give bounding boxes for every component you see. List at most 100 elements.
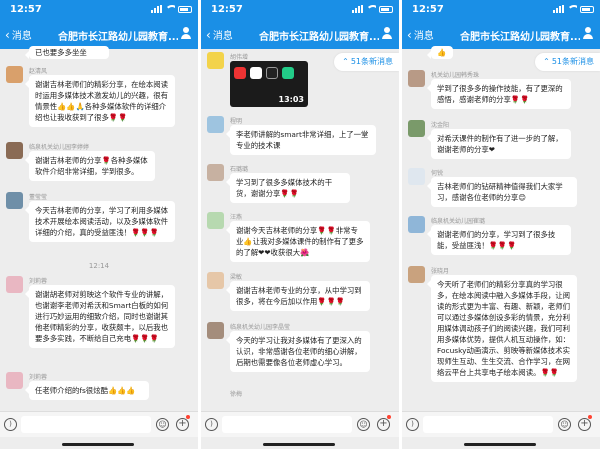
wifi-icon xyxy=(567,5,577,13)
new-messages-label: 51条新消息 xyxy=(350,57,393,66)
message-bubble[interactable]: 今天的学习让我对多媒体有了更深入的认识，非常感谢各位老师的细心讲解，后期也需要像… xyxy=(226,331,370,372)
signal-icon xyxy=(151,5,162,13)
signal-icon xyxy=(352,5,363,13)
chevron-left-icon: ‹ xyxy=(5,27,10,42)
group-members-icon[interactable] xyxy=(180,27,192,39)
app-tile xyxy=(234,67,246,79)
chat-header: ‹消息 合肥市长江路幼儿园教育...(176) xyxy=(402,19,600,49)
message-bubble[interactable]: 今天听了老师们的精彩分享真的学习很多，在绘本阅读中融入多媒体手段，让阅读的形式更… xyxy=(427,275,577,382)
image-time-caption: 13:03 xyxy=(278,95,304,104)
status-time: 12:57 xyxy=(10,4,42,15)
group-title: 合肥市长江路幼儿园教育...(176) xyxy=(58,32,178,43)
emoji-icon[interactable]: ☺ xyxy=(558,418,571,431)
message-input[interactable] xyxy=(21,416,151,433)
message-bubble[interactable]: 学到了很多多的操作技能，有了更深的感悟，感谢老师的分享🌹🌹 xyxy=(427,79,571,109)
message-bubble[interactable]: 李老师讲解的smart非常详细，上了一堂专业的技术课 xyxy=(226,125,376,155)
wifi-icon xyxy=(165,5,175,13)
sender-name: 梁敏 xyxy=(230,274,243,281)
voice-icon[interactable]: ) xyxy=(205,418,218,431)
status-bar: 12:57 xyxy=(0,0,198,19)
sender-name: 程明 xyxy=(230,118,243,125)
group-title: 合肥市长江路幼儿园教育...(176) xyxy=(460,32,580,43)
message-bubble[interactable]: 谢谢今天吉林老师的分享🌹🌹非常专业👍让我对多媒体课件的制作有了更多的了解❤❤收获… xyxy=(226,221,370,262)
sender-name: 临泉机关幼儿园李婷婷 xyxy=(29,144,90,151)
group-members-icon[interactable] xyxy=(381,27,393,39)
avatar[interactable] xyxy=(408,216,425,233)
avatar[interactable] xyxy=(6,276,23,293)
sender-name: 沈金阳 xyxy=(431,122,450,129)
input-bar: ) ☺ + xyxy=(402,411,600,437)
status-icons xyxy=(151,5,192,13)
avatar[interactable] xyxy=(207,52,224,69)
status-time: 12:57 xyxy=(211,4,243,15)
avatar[interactable] xyxy=(408,168,425,185)
screenshot-collage: 12:57 ‹消息 合肥市长江路幼儿园教育...(176) 已也要多多坐坐 赵清… xyxy=(0,0,600,449)
shared-image[interactable]: 13:03 xyxy=(230,61,308,107)
avatar[interactable] xyxy=(6,142,23,159)
voice-icon[interactable]: ) xyxy=(4,418,17,431)
message-bubble[interactable]: 对希沃课件的制作有了进一步的了解，谢谢老师的分享❤ xyxy=(427,129,571,159)
new-messages-badge[interactable]: ⌃ 51条新消息 xyxy=(535,53,600,71)
plus-icon[interactable]: + xyxy=(176,418,189,431)
home-indicator xyxy=(263,443,335,446)
voice-icon[interactable]: ) xyxy=(406,418,419,431)
status-icons xyxy=(352,5,393,13)
battery-icon xyxy=(379,5,393,13)
avatar[interactable] xyxy=(207,116,224,133)
sender-name: 何锐 xyxy=(431,170,444,177)
back-label: 消息 xyxy=(11,31,32,42)
group-title: 合肥市长江路幼儿园教育...(176) xyxy=(259,32,379,43)
avatar[interactable] xyxy=(408,70,425,87)
home-indicator xyxy=(464,443,536,446)
avatar[interactable] xyxy=(207,272,224,289)
chevron-left-icon: ‹ xyxy=(407,27,412,42)
back-button[interactable]: ‹ 消息 xyxy=(206,27,233,43)
message-bubble[interactable]: 谢谢胡老师对剪映这个软件专业的讲解，也谢谢李老师对希沃和Smart白板的如何进行… xyxy=(25,285,175,348)
back-label: 消息 xyxy=(212,31,233,42)
chat-panel-3: 12:57 ‹消息 合肥市长江路幼儿园教育...(176) 👍 ⌃51条新消息 … xyxy=(402,0,600,449)
wifi-icon xyxy=(366,5,376,13)
message-input[interactable] xyxy=(222,416,352,433)
avatar[interactable] xyxy=(207,212,224,229)
app-tile xyxy=(282,67,294,79)
message-input[interactable] xyxy=(423,416,553,433)
message-bubble[interactable]: 谢谢吉林老师专业的分享，从中学习到很多，将在今后加以作用🌹🌹🌹 xyxy=(226,281,370,311)
message-bubble[interactable]: 👍 xyxy=(427,46,453,59)
avatar[interactable] xyxy=(408,120,425,137)
back-button[interactable]: ‹ 消息 xyxy=(407,27,434,43)
message-bubble[interactable]: 今天吉林老师的分享，学习了利用多媒体技术开展绘本阅读活动，以及多媒体软件详细的介… xyxy=(25,201,175,242)
sender-name: 机关幼儿园韩秀珠 xyxy=(431,72,480,79)
sender-name: 赵清风 xyxy=(29,68,48,75)
status-bar: 12:57 xyxy=(402,0,600,19)
avatar[interactable] xyxy=(207,322,224,339)
avatar[interactable] xyxy=(408,266,425,283)
message-bubble[interactable]: 已也要多多坐坐 xyxy=(25,46,109,59)
home-indicator xyxy=(62,443,134,446)
message-bubble[interactable]: 谢谢老师们的分享，学习到了很多技能，受益匪浅！🌹🌹🌹 xyxy=(427,225,571,255)
emoji-icon[interactable]: ☺ xyxy=(357,418,370,431)
message-bubble[interactable]: 谢谢吉林老师们的精彩分享，在绘本阅读时运用多媒体技术激发幼儿的兴趣，很有情景性👍… xyxy=(25,75,175,127)
message-bubble[interactable]: 学习到了很多多媒体技术的干货，谢谢分享🌹🌹 xyxy=(226,173,350,203)
new-messages-label: 51条新消息 xyxy=(551,57,594,66)
chat-header: ‹消息 合肥市长江路幼儿园教育...(176) xyxy=(201,19,399,49)
chat-panel-1: 12:57 ‹消息 合肥市长江路幼儿园教育...(176) 已也要多多坐坐 赵清… xyxy=(0,0,198,449)
avatar[interactable] xyxy=(6,66,23,83)
new-messages-badge[interactable]: ⌃ 51条新消息 xyxy=(334,53,399,71)
avatar[interactable] xyxy=(6,372,23,389)
plus-icon[interactable]: + xyxy=(578,418,591,431)
battery-icon xyxy=(580,5,594,13)
avatar[interactable] xyxy=(207,164,224,181)
message-bubble[interactable]: 谢谢吉林老师的分享🌹各种多媒体软件介绍非常详细，学到很多。 xyxy=(25,151,155,181)
sender-name: 董莹莹 xyxy=(29,194,48,201)
chat-header: ‹消息 合肥市长江路幼儿园教育...(176) xyxy=(0,19,198,49)
group-members-icon[interactable] xyxy=(582,27,594,39)
sender-name: 刘莉蓉 xyxy=(29,374,48,381)
status-bar: 12:57 xyxy=(201,0,399,19)
plus-icon[interactable]: + xyxy=(377,418,390,431)
message-bubble[interactable]: 吉林老师们的钻研精神值得我们大家学习，感谢各位老师的分享😊 xyxy=(427,177,577,207)
emoji-icon[interactable]: ☺ xyxy=(156,418,169,431)
sender-name: 临泉机关幼儿园崔璐 xyxy=(431,218,486,225)
message-bubble[interactable]: 任老师介绍的fs很炫酷👍👍👍 xyxy=(25,381,149,400)
back-button[interactable]: ‹ 消息 xyxy=(5,27,32,43)
avatar[interactable] xyxy=(6,192,23,209)
